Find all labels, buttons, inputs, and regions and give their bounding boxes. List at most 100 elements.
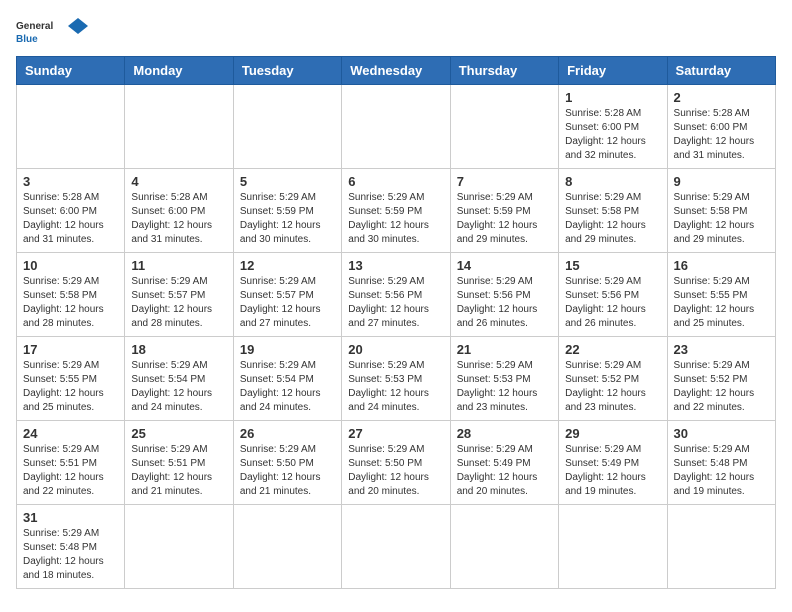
day-info: Sunrise: 5:29 AM Sunset: 5:59 PM Dayligh… <box>240 191 335 247</box>
calendar-cell: 18 Sunrise: 5:29 AM Sunset: 5:54 PM Dayli… <box>125 337 233 421</box>
weekday-header-row: SundayMondayTuesdayWednesdayThursdayFrid… <box>17 57 776 85</box>
calendar-cell: 6Sunrise: 5:29 AM Sunset: 5:59 PM Daylig… <box>342 169 450 253</box>
day-number: 4 <box>131 174 226 189</box>
svg-text:General: General <box>16 21 53 32</box>
day-info: Sunrise: 5:29 AM Sunset: 5:55 PM Dayligh… <box>674 275 769 331</box>
day-info: Sunrise: 5:28 AM Sunset: 6:00 PM Dayligh… <box>131 191 226 247</box>
day-number: 12 <box>240 258 335 273</box>
week-row-4: 17 Sunrise: 5:29 AM Sunset: 5:55 PM Dayli… <box>17 337 776 421</box>
day-number: 5 <box>240 174 335 189</box>
day-info: Sunrise: 5:29 AM Sunset: 5:52 PM Dayligh… <box>674 359 769 415</box>
day-number: 31 <box>23 510 118 525</box>
calendar-cell <box>125 505 233 589</box>
calendar-cell: 15 Sunrise: 5:29 AM Sunset: 5:56 PM Dayli… <box>559 253 667 337</box>
day-number: 11 <box>131 258 226 273</box>
calendar-cell: 19Sunrise: 5:29 AM Sunset: 5:54 PM Dayli… <box>233 337 341 421</box>
day-number: 27 <box>348 426 443 441</box>
day-number: 10 <box>23 258 118 273</box>
day-number: 13 <box>348 258 443 273</box>
weekday-header-friday: Friday <box>559 57 667 85</box>
day-info: Sunrise: 5:29 AM Sunset: 5:51 PM Dayligh… <box>23 443 118 499</box>
weekday-header-saturday: Saturday <box>667 57 775 85</box>
day-info: Sunrise: 5:29 AM Sunset: 5:49 PM Dayligh… <box>565 443 660 499</box>
calendar-cell: 8 Sunrise: 5:29 AM Sunset: 5:58 PM Daylig… <box>559 169 667 253</box>
weekday-header-monday: Monday <box>125 57 233 85</box>
day-info: Sunrise: 5:28 AM Sunset: 6:00 PM Dayligh… <box>674 107 769 163</box>
calendar-cell: 27 Sunrise: 5:29 AM Sunset: 5:50 PM Dayli… <box>342 421 450 505</box>
day-info: Sunrise: 5:29 AM Sunset: 5:57 PM Dayligh… <box>131 275 226 331</box>
day-number: 25 <box>131 426 226 441</box>
day-number: 22 <box>565 342 660 357</box>
day-info: Sunrise: 5:29 AM Sunset: 5:57 PM Dayligh… <box>240 275 335 331</box>
day-info: Sunrise: 5:29 AM Sunset: 5:50 PM Dayligh… <box>348 443 443 499</box>
day-info: Sunrise: 5:29 AM Sunset: 5:48 PM Dayligh… <box>23 527 118 583</box>
calendar-cell: 3 Sunrise: 5:28 AM Sunset: 6:00 PM Daylig… <box>17 169 125 253</box>
day-number: 30 <box>674 426 769 441</box>
calendar-cell: 17 Sunrise: 5:29 AM Sunset: 5:55 PM Dayli… <box>17 337 125 421</box>
day-info: Sunrise: 5:28 AM Sunset: 6:00 PM Dayligh… <box>565 107 660 163</box>
calendar-cell <box>233 85 341 169</box>
calendar-cell: 26Sunrise: 5:29 AM Sunset: 5:50 PM Dayli… <box>233 421 341 505</box>
calendar-cell <box>667 505 775 589</box>
day-number: 14 <box>457 258 552 273</box>
week-row-1: 1 Sunrise: 5:28 AM Sunset: 6:00 PM Daylig… <box>17 85 776 169</box>
calendar-cell: 12 Sunrise: 5:29 AM Sunset: 5:57 PM Dayli… <box>233 253 341 337</box>
calendar-table: SundayMondayTuesdayWednesdayThursdayFrid… <box>16 56 776 589</box>
day-info: Sunrise: 5:29 AM Sunset: 5:53 PM Dayligh… <box>348 359 443 415</box>
day-info: Sunrise: 5:29 AM Sunset: 5:55 PM Dayligh… <box>23 359 118 415</box>
logo-icon: General Blue <box>16 16 91 46</box>
calendar-cell <box>450 505 558 589</box>
day-number: 16 <box>674 258 769 273</box>
calendar-cell: 30 Sunrise: 5:29 AM Sunset: 5:48 PM Dayli… <box>667 421 775 505</box>
logo: General Blue <box>16 16 91 46</box>
calendar-cell: 7Sunrise: 5:29 AM Sunset: 5:59 PM Daylig… <box>450 169 558 253</box>
day-number: 3 <box>23 174 118 189</box>
day-info: Sunrise: 5:29 AM Sunset: 5:49 PM Dayligh… <box>457 443 552 499</box>
day-info: Sunrise: 5:29 AM Sunset: 5:54 PM Dayligh… <box>131 359 226 415</box>
day-number: 24 <box>23 426 118 441</box>
calendar-cell: 29Sunrise: 5:29 AM Sunset: 5:49 PM Dayli… <box>559 421 667 505</box>
weekday-header-sunday: Sunday <box>17 57 125 85</box>
day-info: Sunrise: 5:29 AM Sunset: 5:52 PM Dayligh… <box>565 359 660 415</box>
page-header: General Blue <box>16 16 776 46</box>
calendar-cell: 31 Sunrise: 5:29 AM Sunset: 5:48 PM Dayli… <box>17 505 125 589</box>
day-number: 9 <box>674 174 769 189</box>
calendar-cell: 20Sunrise: 5:29 AM Sunset: 5:53 PM Dayli… <box>342 337 450 421</box>
day-info: Sunrise: 5:29 AM Sunset: 5:56 PM Dayligh… <box>348 275 443 331</box>
day-number: 15 <box>565 258 660 273</box>
day-number: 23 <box>674 342 769 357</box>
day-info: Sunrise: 5:28 AM Sunset: 6:00 PM Dayligh… <box>23 191 118 247</box>
calendar-cell <box>342 505 450 589</box>
day-number: 7 <box>457 174 552 189</box>
day-number: 17 <box>23 342 118 357</box>
calendar-cell <box>233 505 341 589</box>
weekday-header-wednesday: Wednesday <box>342 57 450 85</box>
calendar-cell: 11 Sunrise: 5:29 AM Sunset: 5:57 PM Dayli… <box>125 253 233 337</box>
day-info: Sunrise: 5:29 AM Sunset: 5:56 PM Dayligh… <box>457 275 552 331</box>
calendar-cell: 23 Sunrise: 5:29 AM Sunset: 5:52 PM Dayli… <box>667 337 775 421</box>
calendar-cell: 28 Sunrise: 5:29 AM Sunset: 5:49 PM Dayli… <box>450 421 558 505</box>
calendar-cell <box>342 85 450 169</box>
day-info: Sunrise: 5:29 AM Sunset: 5:51 PM Dayligh… <box>131 443 226 499</box>
day-info: Sunrise: 5:29 AM Sunset: 5:58 PM Dayligh… <box>565 191 660 247</box>
calendar-cell: 22 Sunrise: 5:29 AM Sunset: 5:52 PM Dayli… <box>559 337 667 421</box>
calendar-cell: 14 Sunrise: 5:29 AM Sunset: 5:56 PM Dayli… <box>450 253 558 337</box>
calendar-cell <box>125 85 233 169</box>
day-number: 18 <box>131 342 226 357</box>
calendar-cell: 24 Sunrise: 5:29 AM Sunset: 5:51 PM Dayli… <box>17 421 125 505</box>
week-row-6: 31 Sunrise: 5:29 AM Sunset: 5:48 PM Dayli… <box>17 505 776 589</box>
calendar-cell <box>559 505 667 589</box>
day-info: Sunrise: 5:29 AM Sunset: 5:56 PM Dayligh… <box>565 275 660 331</box>
day-number: 2 <box>674 90 769 105</box>
day-number: 8 <box>565 174 660 189</box>
day-number: 28 <box>457 426 552 441</box>
day-info: Sunrise: 5:29 AM Sunset: 5:59 PM Dayligh… <box>348 191 443 247</box>
day-number: 1 <box>565 90 660 105</box>
day-info: Sunrise: 5:29 AM Sunset: 5:58 PM Dayligh… <box>23 275 118 331</box>
day-info: Sunrise: 5:29 AM Sunset: 5:48 PM Dayligh… <box>674 443 769 499</box>
svg-text:Blue: Blue <box>16 34 38 45</box>
calendar-cell <box>450 85 558 169</box>
calendar-cell: 4 Sunrise: 5:28 AM Sunset: 6:00 PM Daylig… <box>125 169 233 253</box>
day-number: 19 <box>240 342 335 357</box>
week-row-5: 24 Sunrise: 5:29 AM Sunset: 5:51 PM Dayli… <box>17 421 776 505</box>
